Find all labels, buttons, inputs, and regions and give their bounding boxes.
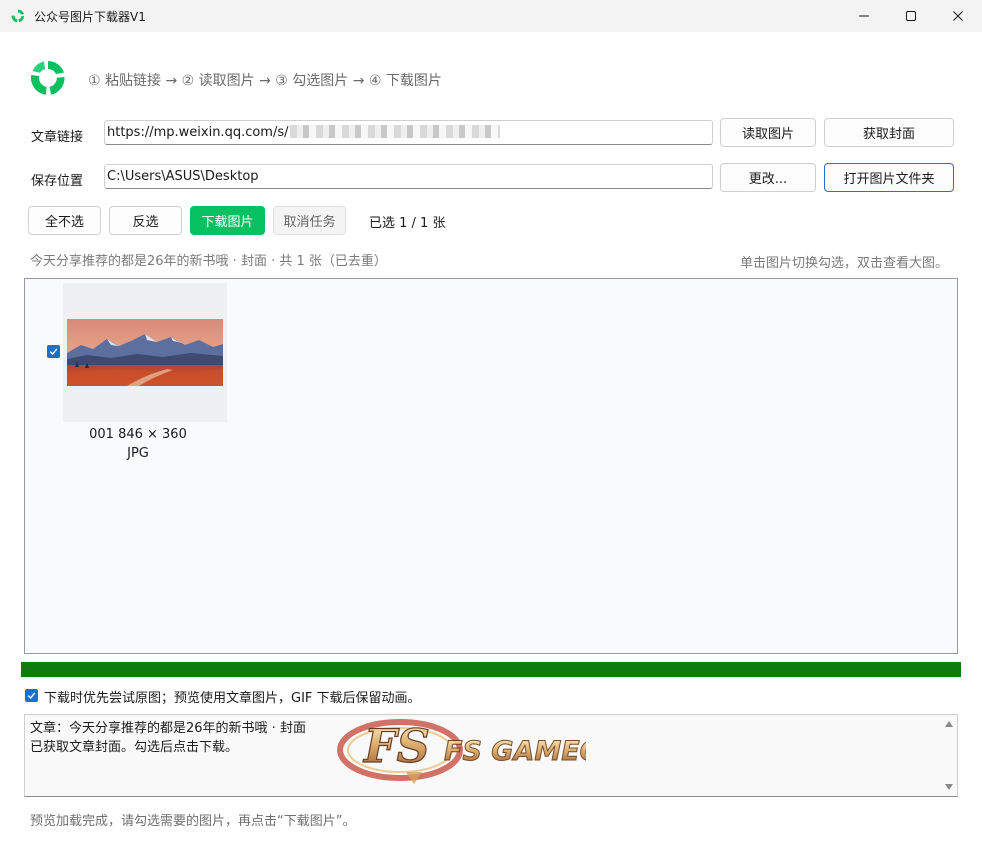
image-caption-size: 001 846 × 360 xyxy=(89,427,187,442)
read-images-button[interactable]: 读取图片 xyxy=(720,118,816,147)
download-images-button[interactable]: 下载图片 xyxy=(190,206,265,235)
redacted-link-area xyxy=(289,125,500,138)
status-text: 预览加载完成，请勾选需要的图片，再点击“下载图片”。 xyxy=(30,814,356,829)
checkmark-icon xyxy=(49,348,58,356)
scroll-up-icon[interactable] xyxy=(945,721,953,727)
title-bar[interactable]: 公众号图片下载器V1 xyxy=(0,0,982,32)
window-title: 公众号图片下载器V1 xyxy=(34,10,146,24)
progress-bar xyxy=(21,662,961,677)
image-thumbnail[interactable] xyxy=(63,283,227,422)
change-location-button[interactable]: 更改... xyxy=(720,163,816,192)
minimize-icon xyxy=(859,15,869,17)
invert-selection-button[interactable]: 反选 xyxy=(109,206,182,235)
save-location-label: 保存位置 xyxy=(31,174,84,189)
close-icon xyxy=(953,11,963,21)
checkmark-icon xyxy=(27,692,36,700)
cancel-task-button[interactable]: 取消任务 xyxy=(273,206,346,235)
select-none-button[interactable]: 全不选 xyxy=(28,206,101,235)
save-location-value: C:\Users\ASUS\Desktop xyxy=(107,169,259,184)
image-checkbox[interactable] xyxy=(47,345,60,358)
maximize-button[interactable] xyxy=(888,0,934,32)
prefer-original-checkbox[interactable] xyxy=(25,689,38,702)
close-button[interactable] xyxy=(935,0,981,32)
log-scrollbar[interactable] xyxy=(941,715,957,796)
selected-count: 已选 1 / 1 张 xyxy=(369,216,446,231)
thumbnail-image[interactable] xyxy=(67,319,223,386)
usage-hint: 单击图片切换勾选，双击查看大图。 xyxy=(739,256,948,271)
open-folder-button[interactable]: 打开图片文件夹 xyxy=(824,163,954,192)
minimize-button[interactable] xyxy=(841,0,887,32)
step-guide: ① 粘贴链接 → ② 读取图片 → ③ 勾选图片 → ④ 下载图片 xyxy=(88,73,442,89)
progress-fill xyxy=(21,662,961,677)
link-input-value: https://mp.weixin.qq.com/s/ xyxy=(107,125,289,140)
app-logo-icon xyxy=(30,61,65,95)
watermark-text: FS GAMEO xyxy=(444,736,586,767)
image-gallery[interactable]: 001 846 × 360 JPG xyxy=(24,278,958,654)
landscape-image xyxy=(67,319,223,386)
maximize-icon xyxy=(906,11,916,21)
image-caption-format: JPG xyxy=(127,446,149,461)
link-input[interactable]: https://mp.weixin.qq.com/s/ xyxy=(104,120,713,145)
app-logo-icon xyxy=(11,9,25,23)
scroll-down-icon[interactable] xyxy=(945,784,953,790)
get-cover-button[interactable]: 获取封面 xyxy=(824,118,954,147)
link-label: 文章链接 xyxy=(31,130,84,145)
save-location-input[interactable]: C:\Users\ASUS\Desktop xyxy=(104,164,713,189)
svg-text:FS: FS xyxy=(362,719,430,773)
watermark-logo: FS FS GAMEO xyxy=(337,718,586,784)
article-info: 今天分享推荐的都是26年的新书哦 · 封面 · 共 1 张（已去重） xyxy=(30,254,387,269)
